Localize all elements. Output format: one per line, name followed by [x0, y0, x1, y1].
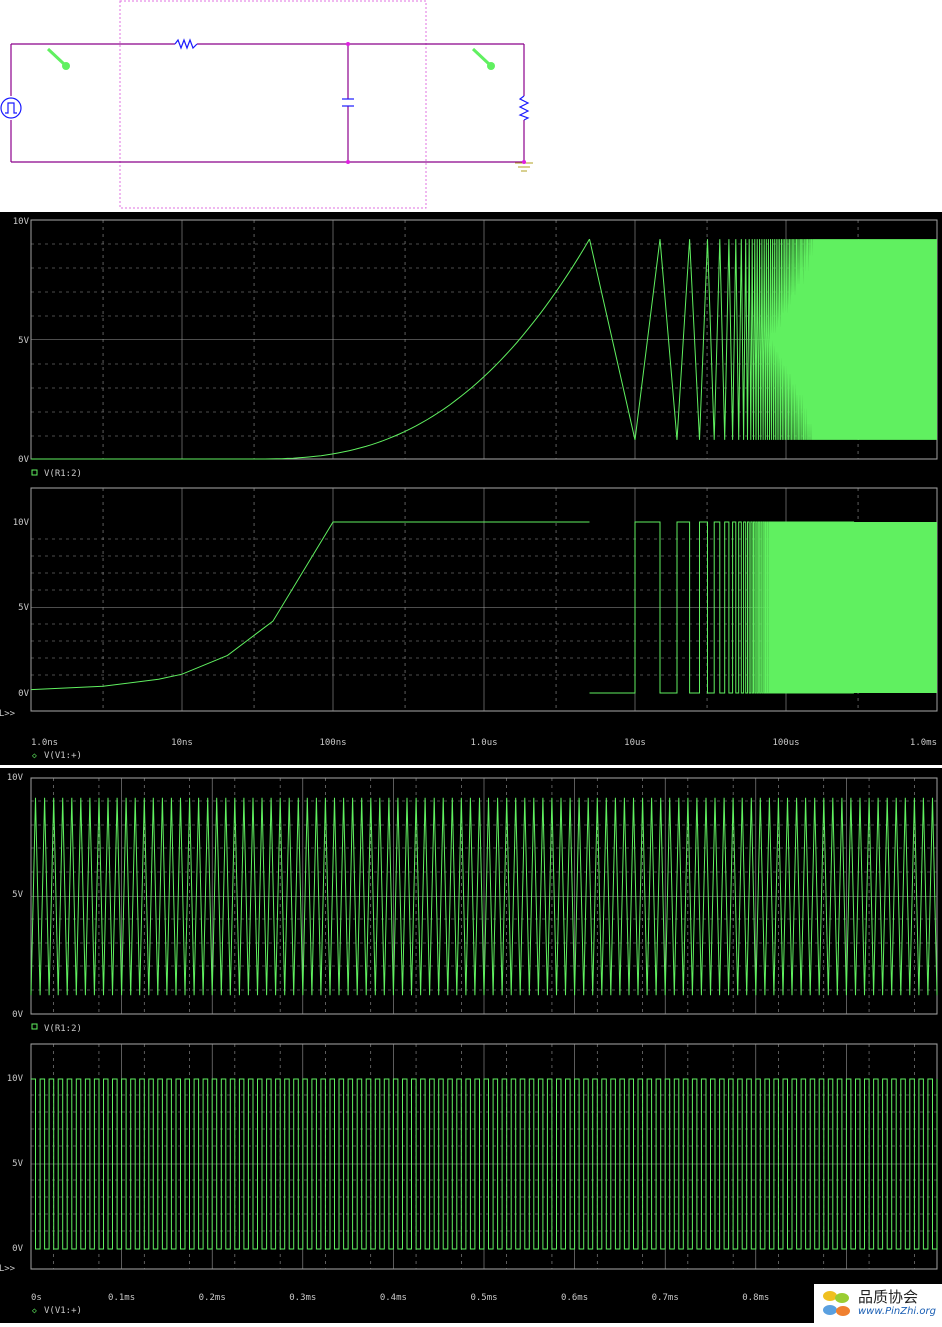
- plot-v-v1-log[interactable]: 10V 5V 0V SEL>>: [0, 487, 938, 719]
- trace-square: [31, 1078, 938, 1250]
- trace-dense-band: [853, 522, 937, 693]
- y-tick-label: 5V: [12, 1159, 23, 1169]
- x-tick-label: 0.3ms: [289, 1293, 316, 1303]
- circuit-schematic: [0, 0, 533, 209]
- circuit-wires: [10, 43, 525, 163]
- ground-symbol: [515, 162, 533, 172]
- x-axis-ticks: 0s 0.1ms 0.2ms 0.3ms 0.4ms 0.5ms 0.6ms 0.7ms 0.8…: [31, 1293, 769, 1303]
- trace-rise: [31, 238, 590, 460]
- x-tick-label: 0.2ms: [199, 1293, 226, 1303]
- x-tick-label: 1.0ns: [31, 738, 58, 748]
- y-tick-label: 0V: [12, 1244, 23, 1254]
- x-tick-label: 0.8ms: [742, 1293, 769, 1303]
- x-tick-label: 0.4ms: [380, 1293, 407, 1303]
- x-tick-label: 10us: [624, 738, 646, 748]
- watermark-logo: 品质协会 www.PinZhi.org: [814, 1284, 942, 1323]
- y-tick-label: 0V: [18, 689, 29, 699]
- plot-v-v1-linear[interactable]: 10V 5V 0V SEL>>: [0, 1043, 938, 1274]
- legend-label[interactable]: V(R1:2): [44, 1024, 82, 1034]
- y-tick-label: 0V: [12, 1010, 23, 1020]
- legend-label[interactable]: V(R1:2): [44, 469, 82, 479]
- selection-box[interactable]: [119, 0, 427, 209]
- junction-dots: [346, 42, 526, 164]
- y-tick-label: 10V: [7, 773, 24, 783]
- y-tick-label: 0V: [18, 455, 29, 465]
- x-tick-label: 0.7ms: [652, 1293, 679, 1303]
- legend-square-marker: [31, 1023, 38, 1030]
- watermark-url: www.PinZhi.org: [858, 1306, 936, 1317]
- legend-diamond-marker: ◇: [32, 1306, 37, 1315]
- probe-window-log: 10V 5V 0V V(R1:2) 10V 5V 0V SEL>> 1.0ns1…: [0, 212, 942, 765]
- watermark-title: 品质协会: [858, 1288, 919, 1306]
- voltage-probe-1[interactable]: [46, 47, 70, 70]
- legend-label[interactable]: V(V1:+): [44, 1306, 82, 1316]
- x-tick-label: 1.0us: [470, 738, 497, 748]
- x-tick-label: 0.5ms: [470, 1293, 497, 1303]
- x-tick-label: 10ns: [171, 738, 193, 748]
- resistor[interactable]: [174, 38, 198, 50]
- pulse-source[interactable]: [0, 97, 22, 119]
- y-tick-label: 10V: [13, 217, 30, 227]
- x-tick-label: 100us: [772, 738, 799, 748]
- probe-window-linear: 10V 5V 0V V(R1:2) 10V 5V 0V SEL>> 0s 0.1m…: [0, 768, 942, 1323]
- x-tick-label: 1.0ms: [910, 738, 937, 748]
- x-tick-label: 100ns: [319, 738, 346, 748]
- y-tick-label: 10V: [7, 1074, 24, 1084]
- legend-square-marker: [31, 469, 38, 476]
- sel-marker: SEL>>: [0, 1264, 16, 1274]
- legend-diamond-marker: ◇: [32, 751, 37, 760]
- x-axis-ticks: 1.0ns 10ns 100ns 1.0us 10us 100us 1.0ms: [31, 738, 937, 748]
- x-tick-label: 0.6ms: [561, 1293, 588, 1303]
- sel-marker: SEL>>: [0, 709, 16, 719]
- trace-dense-band: [858, 239, 937, 440]
- x-tick-label: 0.1ms: [108, 1293, 135, 1303]
- y-tick-label: 5V: [18, 336, 29, 346]
- y-tick-label: 5V: [12, 890, 23, 900]
- trace-rise: [30, 521, 590, 691]
- load-resistor[interactable]: [518, 95, 530, 121]
- x-tick-label: 0s: [31, 1293, 42, 1303]
- plot-v-r1-linear[interactable]: 10V 5V 0V V(R1:2): [7, 773, 938, 1034]
- trace-v-v1: [31, 1078, 938, 1250]
- y-tick-label: 10V: [13, 518, 30, 528]
- legend-label[interactable]: V(V1:+): [44, 751, 82, 761]
- capacitor[interactable]: [342, 98, 354, 107]
- voltage-probe-2[interactable]: [471, 47, 495, 70]
- flower-logo-icon: [823, 1291, 850, 1316]
- y-tick-label: 5V: [18, 603, 29, 613]
- plot-v-r1-log[interactable]: 10V 5V 0V V(R1:2): [13, 217, 938, 479]
